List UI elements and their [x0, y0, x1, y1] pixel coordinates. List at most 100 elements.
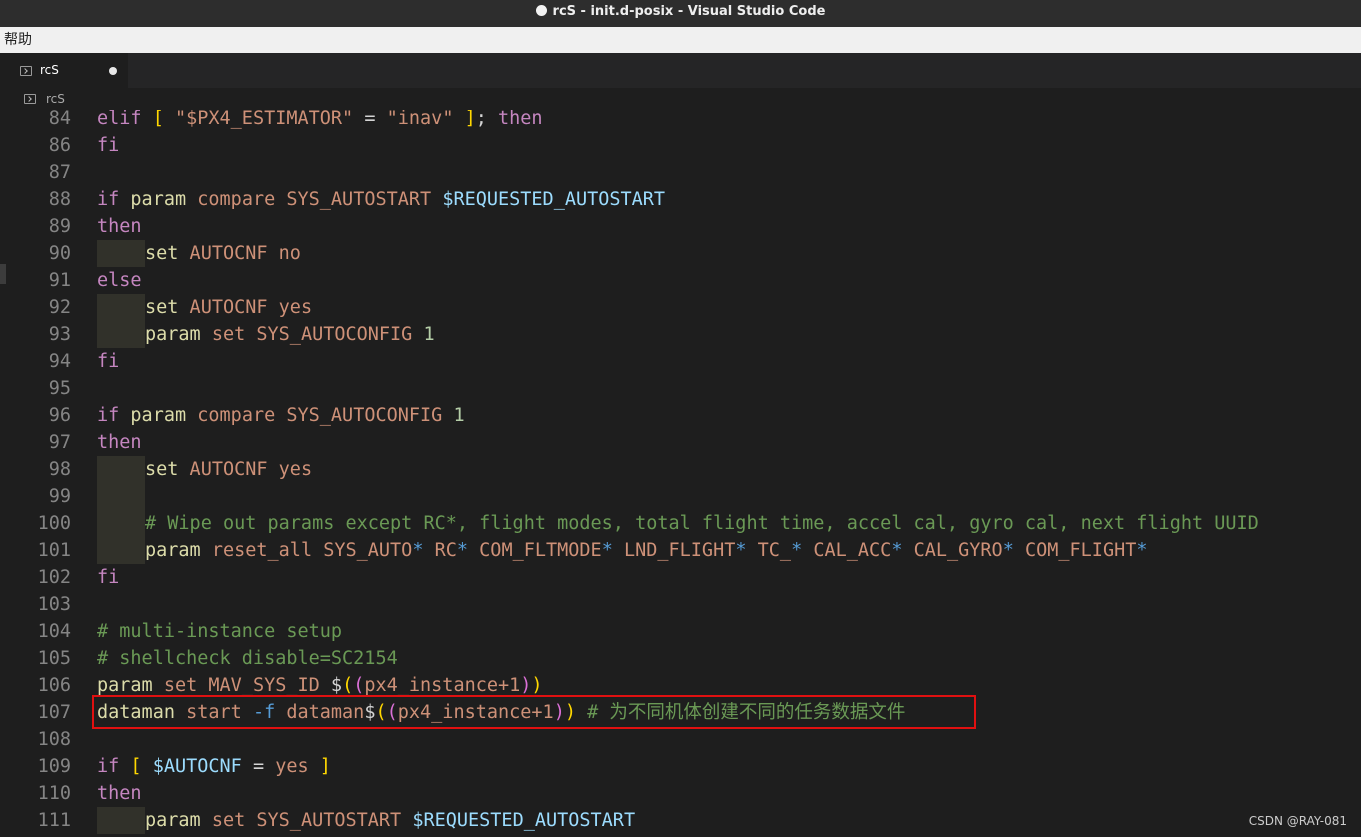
- code-line[interactable]: 108: [0, 726, 1361, 753]
- code-text: param set MAV_SYS_ID $((px4_instance+1)): [97, 672, 543, 699]
- code-line[interactable]: 105 # shellcheck disable=SC2154: [0, 645, 1361, 672]
- code-line[interactable]: 93 param set SYS_AUTOCONFIG 1: [0, 321, 1361, 348]
- code-token: =: [241, 756, 276, 777]
- code-token: fi: [97, 567, 120, 588]
- code-line[interactable]: 94 fi: [0, 348, 1361, 375]
- code-line[interactable]: 91 else: [0, 267, 1361, 294]
- menu-help[interactable]: 帮助: [0, 32, 32, 48]
- tab-label: rcS: [40, 63, 59, 77]
- code-token: fi: [97, 135, 120, 156]
- code-text: # multi-instance setup: [97, 618, 342, 645]
- code-token: compare SYS_AUTOSTART: [186, 189, 443, 210]
- code-token: $AUTOCNF: [141, 756, 242, 777]
- code-text: else: [97, 267, 142, 294]
- code-token: *: [456, 540, 469, 561]
- code-line[interactable]: 84 elif [ "$PX4_ESTIMATOR" = "inav" ]; th…: [0, 110, 1361, 132]
- code-token: [: [152, 110, 175, 129]
- line-number: 87: [48, 162, 71, 183]
- line-number: 89: [48, 216, 71, 237]
- code-token: ): [520, 675, 532, 696]
- code-line[interactable]: 98 set AUTOCNF yes: [0, 456, 1361, 483]
- code-text: set AUTOCNF yes: [97, 294, 312, 321]
- code-token: set SYS_AUTOCONFIG: [200, 324, 424, 345]
- code-token: if: [97, 189, 131, 210]
- indent-guide: [97, 537, 145, 564]
- code-token: (: [353, 675, 365, 696]
- code-token: "inav": [386, 110, 454, 129]
- tab-rcs[interactable]: rcS: [0, 53, 128, 88]
- code-line[interactable]: 104 # multi-instance setup: [0, 618, 1361, 645]
- code-line[interactable]: 103: [0, 591, 1361, 618]
- code-line[interactable]: 97 then: [0, 429, 1361, 456]
- code-line[interactable]: 106 param set MAV_SYS_ID $((px4_instance+…: [0, 672, 1361, 699]
- code-text: if param compare SYS_AUTOSTART $REQUESTE…: [97, 186, 665, 213]
- line-number: 108: [37, 729, 71, 750]
- code-token: *: [891, 540, 903, 561]
- code-text: if param compare SYS_AUTOCONFIG 1: [97, 402, 465, 429]
- code-token: dataman: [275, 702, 365, 723]
- line-number: 88: [48, 189, 71, 210]
- breadcrumb-item-rcs[interactable]: rcS: [46, 88, 65, 110]
- code-token: (: [375, 702, 387, 723]
- line-number: 101: [37, 540, 71, 561]
- code-line[interactable]: 99: [0, 483, 1361, 510]
- breadcrumb: rcS: [0, 88, 1361, 110]
- code-line[interactable]: 110 then: [0, 780, 1361, 807]
- code-editor[interactable]: 84 elif [ "$PX4_ESTIMATOR" = "inav" ]; th…: [0, 110, 1361, 837]
- indent-guide: [97, 807, 145, 834]
- code-token: fi: [97, 351, 120, 372]
- line-number: 97: [48, 432, 71, 453]
- line-number: 90: [48, 243, 71, 264]
- line-number: 94: [48, 351, 71, 372]
- code-text: fi: [97, 564, 119, 591]
- code-text: param set SYS_AUTOCONFIG 1: [97, 321, 435, 348]
- unsaved-dot-icon[interactable]: [109, 67, 117, 75]
- code-line[interactable]: 109 if [ $AUTOCNF = yes ]: [0, 753, 1361, 780]
- code-line[interactable]: 111 param set SYS_AUTOSTART $REQUESTED_AU…: [0, 807, 1361, 834]
- code-line[interactable]: 89 then: [0, 213, 1361, 240]
- code-line[interactable]: 88 if param compare SYS_AUTOSTART $REQUES…: [0, 186, 1361, 213]
- line-number: 91: [48, 270, 71, 291]
- line-number: 106: [37, 675, 71, 696]
- code-token: then: [498, 110, 543, 129]
- code-line[interactable]: 92 set AUTOCNF yes: [0, 294, 1361, 321]
- code-token: $: [330, 675, 343, 696]
- code-line[interactable]: 95: [0, 375, 1361, 402]
- code-token: LND_FLIGHT: [612, 540, 736, 561]
- code-text: if [ $AUTOCNF = yes ]: [97, 753, 331, 780]
- window-title: rcS - init.d-posix - Visual Studio Code: [552, 4, 826, 19]
- code-token: 1: [423, 324, 435, 345]
- line-number: 86: [48, 135, 71, 156]
- indent-guide: [97, 294, 145, 321]
- code-token: AUTOCNF yes: [178, 459, 313, 480]
- code-token: (: [386, 702, 398, 723]
- code-line[interactable]: 87: [0, 159, 1361, 186]
- code-token: (: [342, 675, 354, 696]
- code-token: param: [145, 324, 201, 345]
- code-line[interactable]: 86 fi: [0, 132, 1361, 159]
- line-number: 92: [48, 297, 71, 318]
- code-token: -f: [252, 702, 276, 723]
- window-title-bar: rcS - init.d-posix - Visual Studio Code: [0, 0, 1361, 27]
- code-token: CAL_ACC: [802, 540, 892, 561]
- code-line[interactable]: 102 fi: [0, 564, 1361, 591]
- line-number: 109: [37, 756, 71, 777]
- code-line[interactable]: 96 if param compare SYS_AUTOCONFIG 1: [0, 402, 1361, 429]
- code-token: TC_: [746, 540, 792, 561]
- code-token: *: [791, 540, 803, 561]
- code-text: then: [97, 780, 142, 807]
- code-token: COM_FLIGHT: [1013, 540, 1137, 561]
- code-token: $REQUESTED_AUTOSTART: [442, 189, 666, 210]
- code-token: start: [174, 702, 253, 723]
- unsaved-indicator-icon: [535, 5, 547, 16]
- code-token: px4_instance+1: [397, 702, 554, 723]
- code-line[interactable]: 107 dataman start -f dataman$((px4_instan…: [0, 699, 1361, 726]
- line-number: 111: [37, 810, 71, 831]
- code-line[interactable]: 101 param reset_all SYS_AUTO* RC* COM_FLT…: [0, 537, 1361, 564]
- code-text: # shellcheck disable=SC2154: [97, 645, 398, 672]
- code-token: RC: [423, 540, 457, 561]
- line-number: 105: [37, 648, 71, 669]
- code-text: param reset_all SYS_AUTO* RC* COM_FLTMOD…: [97, 537, 1148, 564]
- code-line[interactable]: 100 # Wipe out params except RC*, flight …: [0, 510, 1361, 537]
- code-line[interactable]: 90 set AUTOCNF no: [0, 240, 1361, 267]
